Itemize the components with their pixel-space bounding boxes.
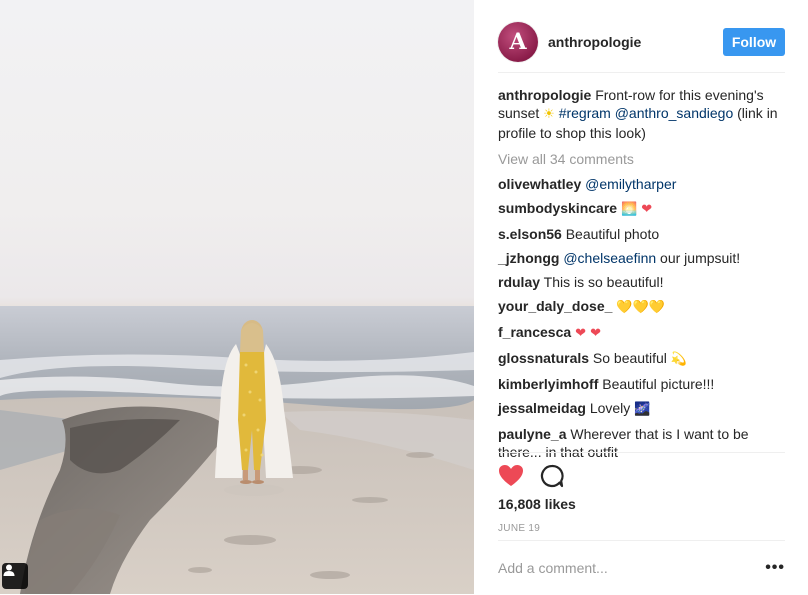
comment-text: So beautiful xyxy=(592,350,667,366)
post-username[interactable]: anthropologie xyxy=(548,34,641,50)
comment-text: Lovely xyxy=(589,400,631,416)
add-comment-bar: Add a comment... ••• xyxy=(498,540,785,595)
comment: your_daly_dose_ 💛💛💛 xyxy=(498,297,784,317)
comment: kimberlyimhoff Beautiful picture!!! xyxy=(498,375,784,393)
comments-list: anthropologie Front-row for this evening… xyxy=(498,86,784,467)
beach-scene-image xyxy=(0,306,474,594)
comment: jessalmeidag Lovely 🌌 xyxy=(498,399,784,419)
user-tag-icon[interactable] xyxy=(2,563,28,589)
add-comment-input[interactable]: Add a comment... xyxy=(498,560,608,576)
comment-emoji: 🌅 ❤ xyxy=(620,202,653,217)
comment: _jzhongg @chelseaefinn our jumpsuit! xyxy=(498,249,784,267)
heart-icon[interactable] xyxy=(498,464,524,488)
comment-username[interactable]: s.elson56 xyxy=(498,226,562,242)
comment: glossnaturals So beautiful 💫 xyxy=(498,349,784,369)
caption-mention[interactable]: @anthro_sandiego xyxy=(615,105,734,121)
comment-username[interactable]: your_daly_dose_ xyxy=(498,298,612,314)
comment: olivewhatley @emilytharper xyxy=(498,175,784,193)
like-count[interactable]: 16,808 likes xyxy=(498,496,576,512)
post-side-panel: A anthropologie Follow anthropologie Fro… xyxy=(474,0,808,594)
post-actions xyxy=(498,452,785,499)
comment: rdulay This is so beautiful! xyxy=(498,273,784,291)
comment-username[interactable]: kimberlyimhoff xyxy=(498,376,598,392)
comment-text: Beautiful photo xyxy=(565,226,660,242)
follow-button[interactable]: Follow xyxy=(723,28,785,56)
comment: s.elson56 Beautiful photo xyxy=(498,225,784,243)
comment-username[interactable]: _jzhongg xyxy=(498,250,559,266)
comment-text: This is so beautiful! xyxy=(543,274,664,290)
comment-username[interactable]: glossnaturals xyxy=(498,350,589,366)
avatar[interactable]: A xyxy=(498,22,538,62)
comment-mention[interactable]: @emilytharper xyxy=(585,176,676,192)
comment-username[interactable]: paulyne_a xyxy=(498,426,566,442)
comment-text: our jumpsuit! xyxy=(660,250,741,266)
comment: sumbodyskincare 🌅 ❤ xyxy=(498,199,784,219)
comment-emoji: 💛💛💛 xyxy=(616,300,665,315)
comment-mention[interactable]: @chelseaefinn xyxy=(563,250,656,266)
post-date: JUNE 19 xyxy=(498,523,541,534)
caption-username[interactable]: anthropologie xyxy=(498,87,591,103)
comment-emoji: 🌌 xyxy=(634,402,651,417)
comment-username[interactable]: sumbodyskincare xyxy=(498,200,617,216)
comment: f_rancesca ❤ ❤ xyxy=(498,323,784,343)
sun-emoji: ☀ xyxy=(543,107,555,122)
comment-username[interactable]: rdulay xyxy=(498,274,540,290)
caption-hashtag[interactable]: #regram xyxy=(559,105,611,121)
comment-emoji: 💫 xyxy=(670,352,687,367)
comment-bubble-icon[interactable] xyxy=(540,464,564,488)
post-photo[interactable] xyxy=(0,0,474,594)
post-header: A anthropologie Follow xyxy=(498,12,785,73)
comment-emoji: ❤ ❤ xyxy=(575,326,601,341)
comment-username[interactable]: jessalmeidag xyxy=(498,400,586,416)
more-options-icon[interactable]: ••• xyxy=(765,559,785,577)
post-caption: anthropologie Front-row for this evening… xyxy=(498,86,784,142)
comment-username[interactable]: olivewhatley xyxy=(498,176,581,192)
avatar-letter: A xyxy=(509,29,527,55)
view-all-comments-link[interactable]: View all 34 comments xyxy=(498,150,784,168)
comment-text: Beautiful picture!!! xyxy=(602,376,715,392)
comment-username[interactable]: f_rancesca xyxy=(498,324,571,340)
